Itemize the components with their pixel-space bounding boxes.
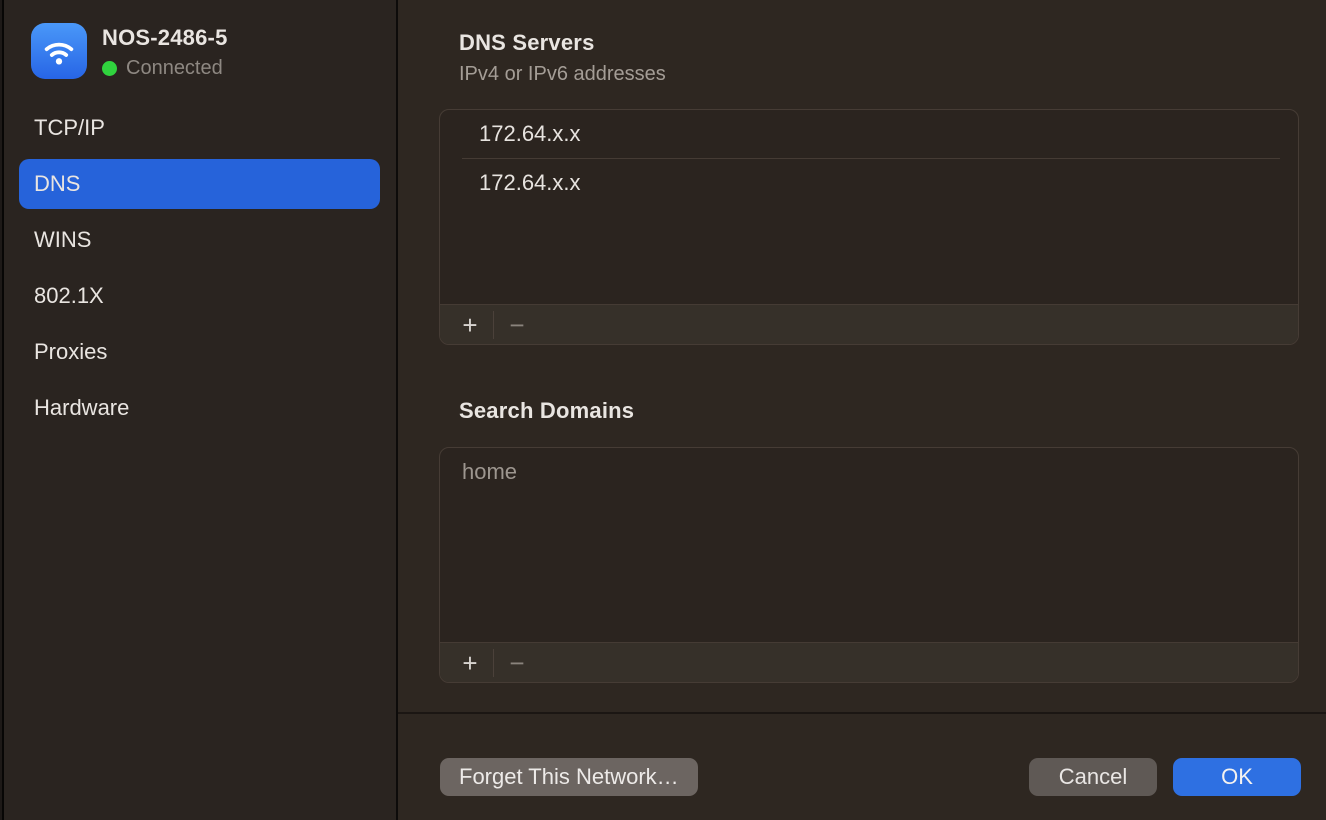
dns-pane-content: DNS Servers IPv4 or IPv6 addresses 172.6…: [398, 0, 1326, 712]
sidebar-item-8021x[interactable]: 802.1X: [19, 271, 380, 321]
network-meta: NOS-2486-5 Connected: [102, 23, 228, 80]
dns-server-value: 172.64.x.x: [479, 170, 581, 196]
minus-icon: −: [509, 310, 524, 340]
dns-servers-title: DNS Servers: [459, 30, 1301, 56]
add-dns-server-button[interactable]: +: [452, 309, 488, 341]
connected-status-dot: [102, 61, 117, 76]
plus-icon: +: [462, 310, 477, 340]
minus-icon: −: [509, 648, 524, 678]
plus-icon: +: [462, 648, 477, 678]
remove-dns-server-button[interactable]: −: [499, 309, 535, 341]
dns-servers-box: 172.64.x.x 172.64.x.x + −: [439, 109, 1299, 345]
dns-server-row[interactable]: 172.64.x.x: [440, 159, 1298, 207]
network-details-window: NOS-2486-5 Connected TCP/IP DNS WINS 802…: [0, 0, 1326, 820]
search-domains-title: Search Domains: [459, 398, 1301, 424]
sidebar: NOS-2486-5 Connected TCP/IP DNS WINS 802…: [4, 0, 398, 820]
cancel-button[interactable]: Cancel: [1029, 758, 1157, 796]
remove-search-domain-button[interactable]: −: [499, 647, 535, 679]
sidebar-item-dns[interactable]: DNS: [19, 159, 380, 209]
bottom-bar: Forget This Network… Cancel OK: [398, 714, 1326, 820]
forget-network-button[interactable]: Forget This Network…: [440, 758, 698, 796]
dns-server-row[interactable]: 172.64.x.x: [440, 110, 1298, 158]
search-domains-toolbar: + −: [440, 642, 1298, 682]
wifi-icon: [31, 23, 87, 79]
dialog-actions: Cancel OK: [1029, 758, 1301, 796]
dns-servers-empty-area: [440, 207, 1298, 304]
dns-servers-subtitle: IPv4 or IPv6 addresses: [459, 63, 1301, 86]
dns-pane: DNS Servers IPv4 or IPv6 addresses 172.6…: [398, 0, 1326, 820]
sidebar-item-tcpip[interactable]: TCP/IP: [19, 103, 380, 153]
add-search-domain-button[interactable]: +: [452, 647, 488, 679]
sidebar-nav: TCP/IP DNS WINS 802.1X Proxies Hardware: [4, 103, 396, 433]
connected-status-label: Connected: [126, 57, 223, 80]
sidebar-item-wins[interactable]: WINS: [19, 215, 380, 265]
toolbar-separator: [493, 649, 494, 677]
network-header: NOS-2486-5 Connected: [31, 23, 396, 80]
network-status: Connected: [102, 57, 228, 80]
network-name: NOS-2486-5: [102, 25, 228, 51]
search-domains-box: home + −: [439, 447, 1299, 683]
search-domains-empty-area: [440, 496, 1298, 642]
dns-servers-toolbar: + −: [440, 304, 1298, 344]
sidebar-item-proxies[interactable]: Proxies: [19, 327, 380, 377]
sidebar-item-hardware[interactable]: Hardware: [19, 383, 380, 433]
toolbar-separator: [493, 311, 494, 339]
ok-button[interactable]: OK: [1173, 758, 1301, 796]
dns-server-value: 172.64.x.x: [479, 121, 581, 147]
search-domain-value: home: [462, 459, 517, 485]
search-domain-row[interactable]: home: [440, 448, 1298, 496]
